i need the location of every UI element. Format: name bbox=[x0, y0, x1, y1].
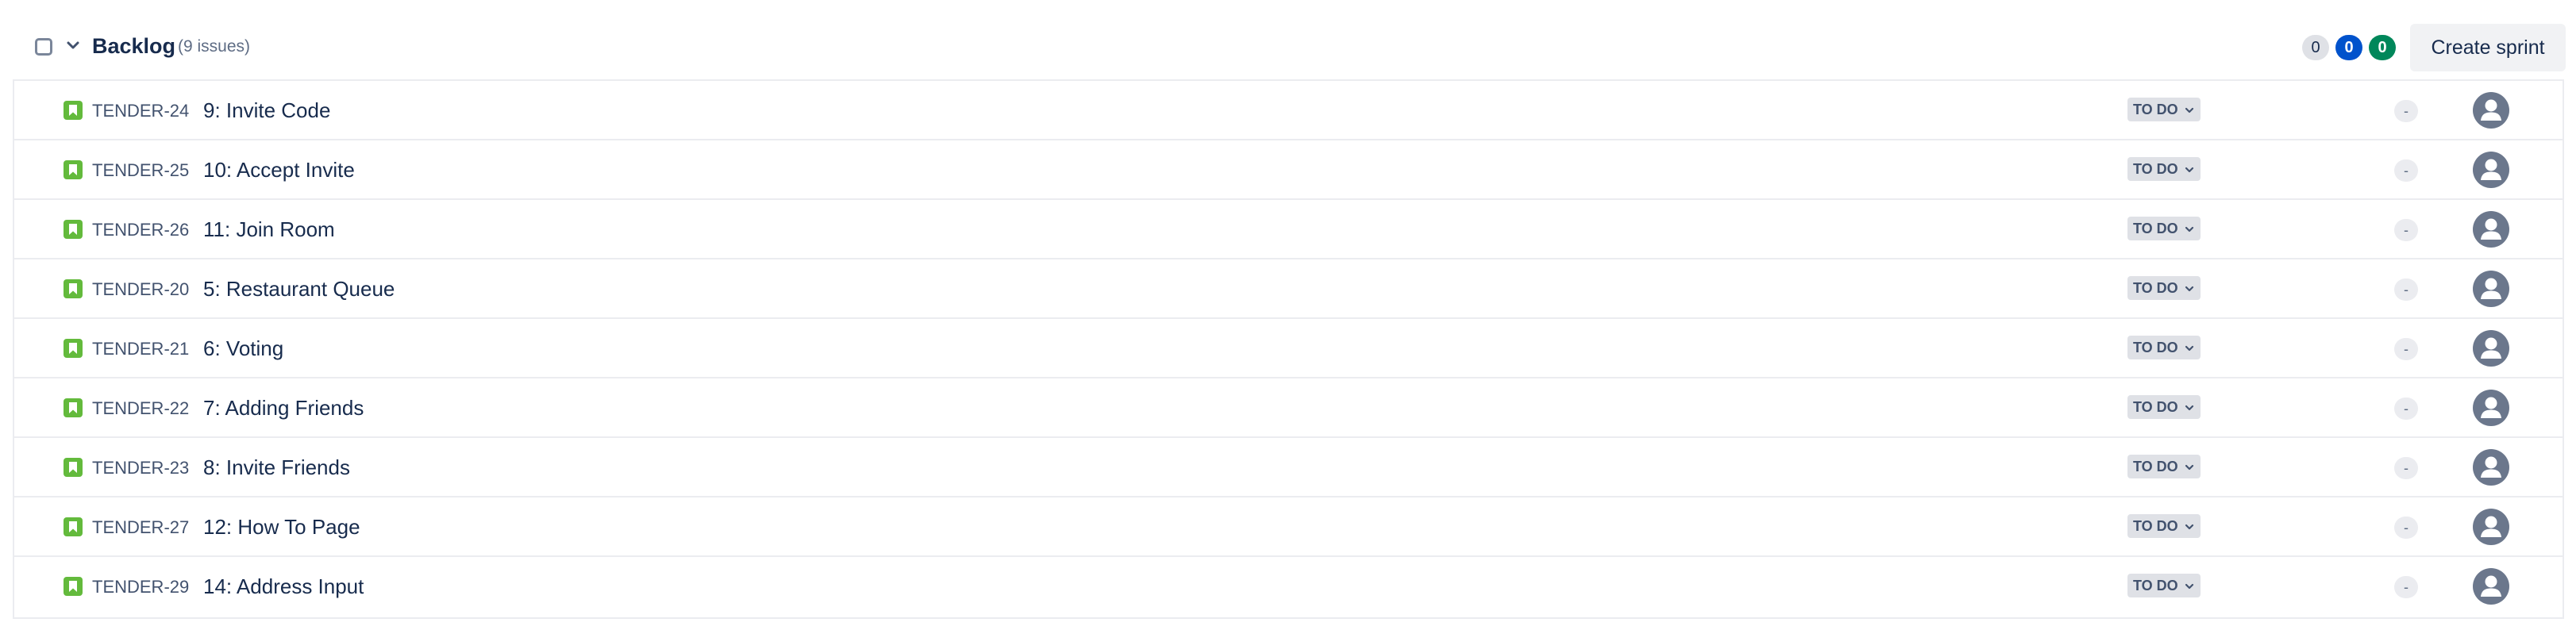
chevron-down-icon bbox=[2185, 227, 2193, 232]
issue-key[interactable]: TENDER-29 bbox=[92, 576, 189, 598]
todo-count-badge: 0 bbox=[2302, 35, 2329, 60]
status-label: TO DO bbox=[2133, 102, 2178, 117]
story-bookmark-icon bbox=[64, 101, 83, 120]
story-points-estimate[interactable]: - bbox=[2394, 398, 2418, 420]
story-bookmark-icon bbox=[64, 398, 83, 417]
issue-row[interactable]: TENDER-29 14: Address Input TO DO - bbox=[14, 557, 2563, 617]
story-points-estimate[interactable]: - bbox=[2394, 338, 2418, 360]
issue-count: (9 issues) bbox=[178, 37, 251, 56]
issue-summary[interactable]: 8: Invite Friends bbox=[203, 455, 350, 480]
issue-row[interactable]: TENDER-24 9: Invite Code TO DO - bbox=[14, 81, 2563, 140]
issue-row[interactable]: TENDER-23 8: Invite Friends TO DO - bbox=[14, 438, 2563, 497]
issue-list: TENDER-24 9: Invite Code TO DO - TENDER-… bbox=[13, 79, 2564, 619]
status-label: TO DO bbox=[2133, 221, 2178, 236]
chevron-down-icon bbox=[2185, 405, 2193, 411]
issue-key[interactable]: TENDER-22 bbox=[92, 398, 189, 420]
story-points-estimate[interactable]: - bbox=[2394, 517, 2418, 539]
story-bookmark-icon bbox=[64, 279, 83, 298]
story-points-estimate[interactable]: - bbox=[2394, 100, 2418, 122]
status-label: TO DO bbox=[2133, 161, 2178, 177]
chevron-down-icon bbox=[2185, 286, 2193, 292]
unassigned-avatar-icon[interactable] bbox=[2472, 91, 2510, 129]
status-label: TO DO bbox=[2133, 280, 2178, 296]
unassigned-avatar-icon[interactable] bbox=[2472, 329, 2510, 367]
issue-key[interactable]: TENDER-24 bbox=[92, 100, 189, 122]
status-label: TO DO bbox=[2133, 459, 2178, 474]
issue-summary[interactable]: 5: Restaurant Queue bbox=[203, 276, 395, 302]
status-label: TO DO bbox=[2133, 578, 2178, 594]
story-points-estimate[interactable]: - bbox=[2394, 219, 2418, 241]
issue-key[interactable]: TENDER-20 bbox=[92, 279, 189, 301]
backlog-page: Backlog (9 issues) 0 0 0 Create sprint T… bbox=[0, 0, 2576, 630]
issue-key[interactable]: TENDER-23 bbox=[92, 457, 189, 479]
story-points-estimate[interactable]: - bbox=[2394, 159, 2418, 182]
unassigned-avatar-icon[interactable] bbox=[2472, 508, 2510, 546]
unassigned-avatar-icon[interactable] bbox=[2472, 448, 2510, 486]
issue-summary[interactable]: 11: Join Room bbox=[203, 217, 335, 242]
story-bookmark-icon bbox=[64, 577, 83, 596]
issue-key[interactable]: TENDER-27 bbox=[92, 517, 189, 539]
status-label: TO DO bbox=[2133, 518, 2178, 534]
story-bookmark-icon bbox=[64, 517, 83, 536]
status-dropdown[interactable]: TO DO bbox=[2127, 395, 2201, 419]
issue-summary[interactable]: 12: How To Page bbox=[203, 514, 360, 540]
chevron-down-icon bbox=[2185, 346, 2193, 351]
issue-summary[interactable]: 6: Voting bbox=[203, 336, 283, 361]
create-sprint-button[interactable]: Create sprint bbox=[2410, 24, 2566, 71]
done-count-badge: 0 bbox=[2369, 35, 2396, 60]
issue-row[interactable]: TENDER-26 11: Join Room TO DO - bbox=[14, 200, 2563, 259]
backlog-title: Backlog bbox=[92, 34, 176, 58]
collapse-chevron-icon[interactable] bbox=[64, 36, 83, 55]
issue-summary[interactable]: 14: Address Input bbox=[203, 574, 364, 599]
issue-row[interactable]: TENDER-25 10: Accept Invite TO DO - bbox=[14, 140, 2563, 200]
story-points-estimate[interactable]: - bbox=[2394, 576, 2418, 598]
select-all-checkbox[interactable] bbox=[35, 38, 52, 56]
chevron-down-icon bbox=[2185, 167, 2193, 173]
issue-summary[interactable]: 9: Invite Code bbox=[203, 98, 330, 123]
status-dropdown[interactable]: TO DO bbox=[2127, 217, 2201, 240]
issue-row[interactable]: TENDER-21 6: Voting TO DO - bbox=[14, 319, 2563, 378]
chevron-down-icon bbox=[2185, 524, 2193, 530]
issue-summary[interactable]: 7: Adding Friends bbox=[203, 395, 364, 421]
in-progress-count-badge: 0 bbox=[2335, 35, 2362, 60]
story-bookmark-icon bbox=[64, 339, 83, 358]
status-dropdown[interactable]: TO DO bbox=[2127, 336, 2201, 359]
status-dropdown[interactable]: TO DO bbox=[2127, 455, 2201, 478]
story-bookmark-icon bbox=[64, 458, 83, 477]
chevron-down-icon bbox=[2185, 108, 2193, 113]
unassigned-avatar-icon[interactable] bbox=[2472, 567, 2510, 605]
issue-summary[interactable]: 10: Accept Invite bbox=[203, 157, 355, 182]
status-dropdown[interactable]: TO DO bbox=[2127, 276, 2201, 300]
issue-row[interactable]: TENDER-20 5: Restaurant Queue TO DO - bbox=[14, 259, 2563, 319]
story-points-estimate[interactable]: - bbox=[2394, 279, 2418, 301]
story-points-estimate[interactable]: - bbox=[2394, 457, 2418, 479]
unassigned-avatar-icon[interactable] bbox=[2472, 210, 2510, 248]
unassigned-avatar-icon[interactable] bbox=[2472, 270, 2510, 308]
status-label: TO DO bbox=[2133, 340, 2178, 355]
issue-key[interactable]: TENDER-25 bbox=[92, 159, 189, 182]
unassigned-avatar-icon[interactable] bbox=[2472, 151, 2510, 189]
chevron-down-icon bbox=[2185, 584, 2193, 590]
backlog-header: Backlog (9 issues) 0 0 0 Create sprint bbox=[0, 22, 2576, 73]
status-label: TO DO bbox=[2133, 399, 2178, 415]
status-dropdown[interactable]: TO DO bbox=[2127, 157, 2201, 181]
story-bookmark-icon bbox=[64, 160, 83, 179]
issue-key[interactable]: TENDER-26 bbox=[92, 219, 189, 241]
issue-row[interactable]: TENDER-22 7: Adding Friends TO DO - bbox=[14, 378, 2563, 438]
issue-key[interactable]: TENDER-21 bbox=[92, 338, 189, 360]
story-bookmark-icon bbox=[64, 220, 83, 239]
issue-row[interactable]: TENDER-27 12: How To Page TO DO - bbox=[14, 497, 2563, 557]
chevron-down-icon bbox=[2185, 465, 2193, 471]
status-dropdown[interactable]: TO DO bbox=[2127, 514, 2201, 538]
status-dropdown[interactable]: TO DO bbox=[2127, 574, 2201, 597]
unassigned-avatar-icon[interactable] bbox=[2472, 389, 2510, 427]
status-dropdown[interactable]: TO DO bbox=[2127, 98, 2201, 121]
